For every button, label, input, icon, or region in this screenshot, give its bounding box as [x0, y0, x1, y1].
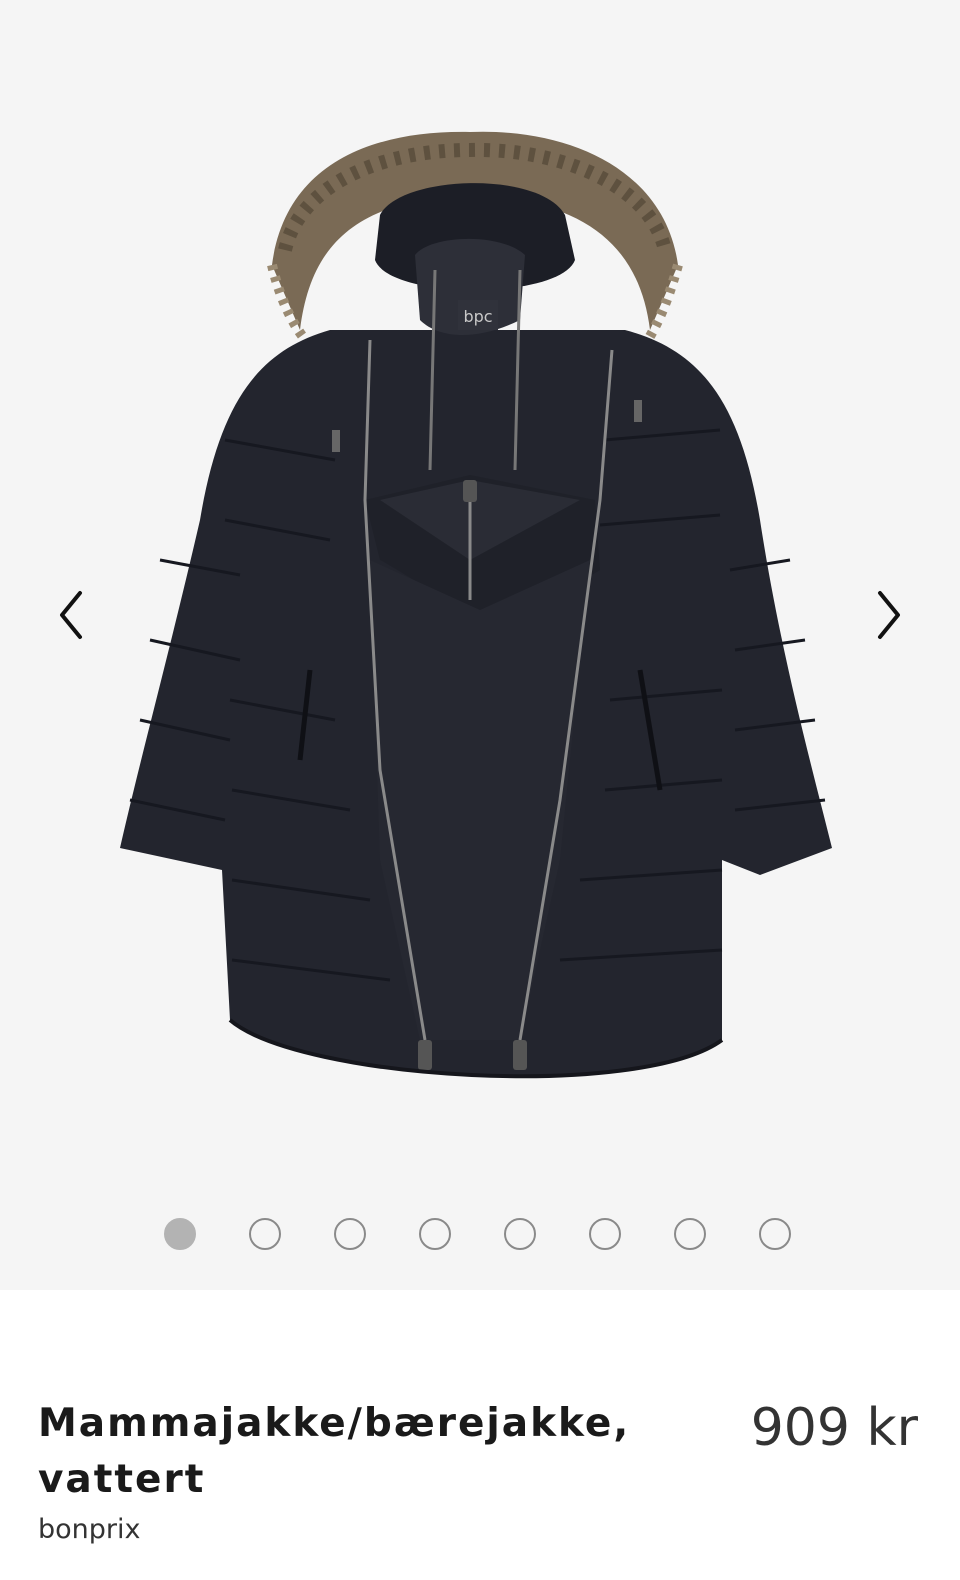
product-title-line1: Mammajakke/bærejakke,	[38, 1401, 631, 1446]
image-gallery[interactable]: bpc	[0, 0, 960, 1290]
product-image: bpc	[120, 131, 832, 1079]
chevron-left-icon	[60, 591, 82, 639]
gallery-pagination	[0, 1218, 960, 1256]
gallery-dot[interactable]	[334, 1218, 366, 1250]
gallery-dot[interactable]	[164, 1218, 196, 1250]
logo-label: bpc	[463, 307, 492, 326]
chevron-right-icon	[878, 591, 900, 639]
product-info: Mammajakke/bærejakke, vattert 909 kr bon…	[0, 1290, 960, 1580]
product-brand[interactable]: bonprix	[38, 1512, 141, 1548]
product-price: 909 kr	[750, 1398, 918, 1458]
gallery-dot[interactable]	[419, 1218, 451, 1250]
gallery-dot[interactable]	[674, 1218, 706, 1250]
product-title: Mammajakke/bærejakke, vattert	[38, 1396, 658, 1508]
next-image-button[interactable]	[860, 580, 920, 650]
gallery-dot[interactable]	[759, 1218, 791, 1250]
gallery-dot[interactable]	[249, 1218, 281, 1250]
previous-image-button[interactable]	[40, 580, 100, 650]
product-title-line2: vattert	[38, 1457, 206, 1502]
gallery-dot[interactable]	[504, 1218, 536, 1250]
gallery-dot[interactable]	[589, 1218, 621, 1250]
